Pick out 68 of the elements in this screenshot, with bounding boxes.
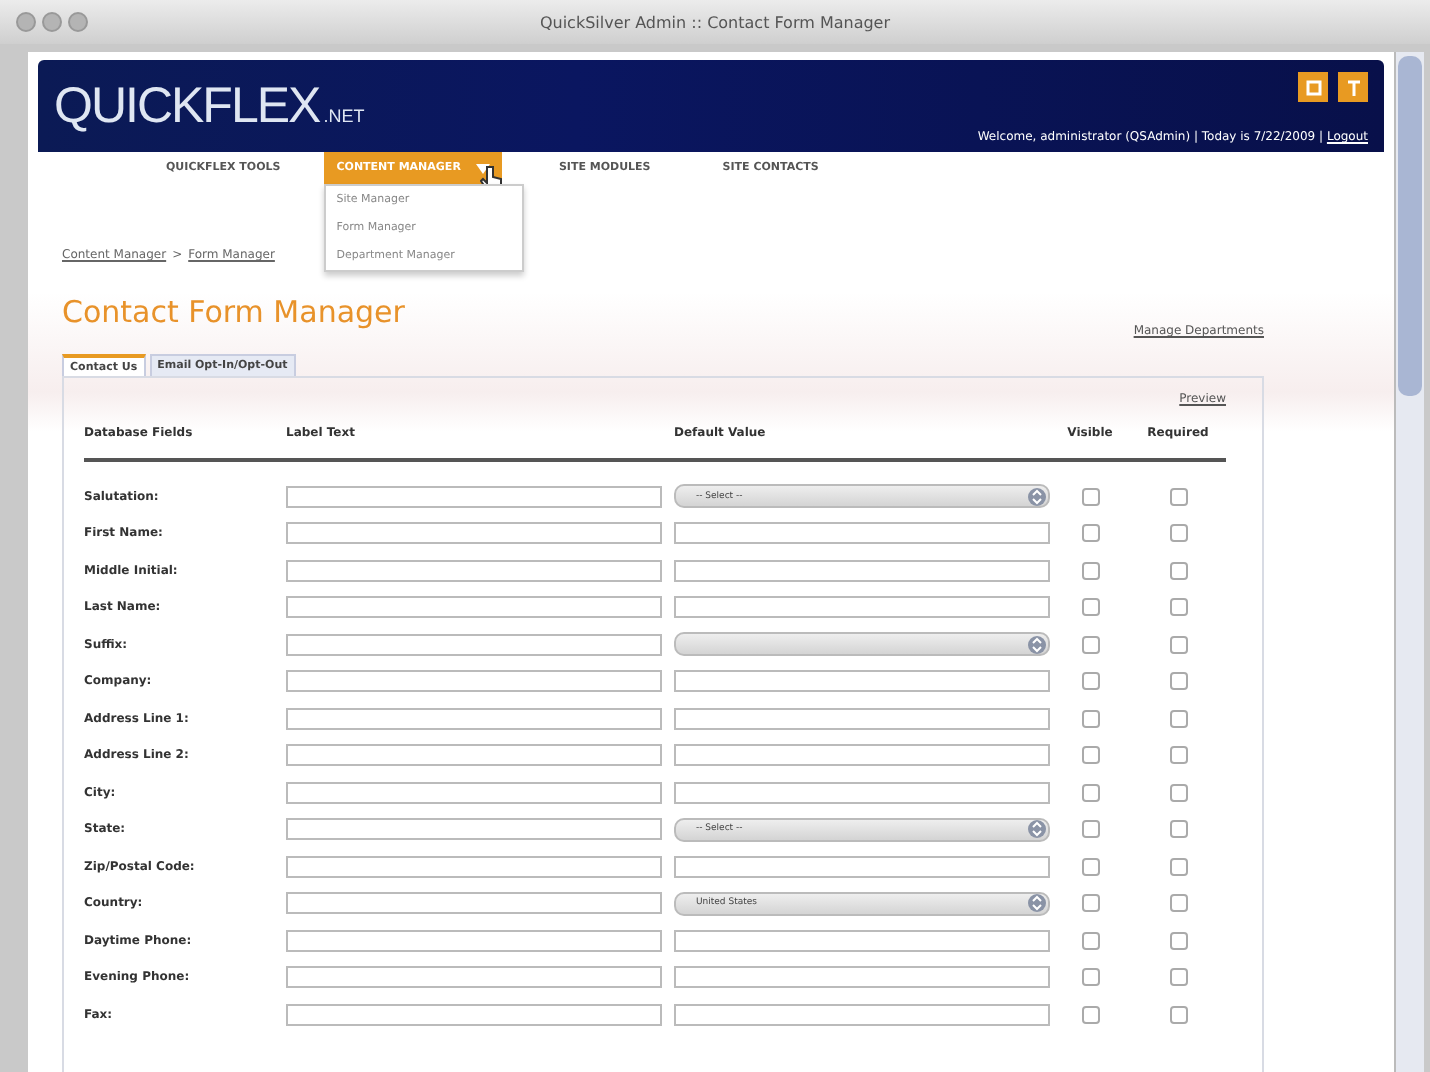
label-text-field[interactable] xyxy=(286,522,662,545)
visible-checkbox[interactable] xyxy=(1081,598,1099,617)
required-checkbox[interactable] xyxy=(1169,672,1187,691)
default-value-field[interactable] xyxy=(674,781,1050,804)
required-checkbox[interactable] xyxy=(1169,561,1187,580)
required-checkbox[interactable] xyxy=(1169,783,1187,802)
label-text-field[interactable] xyxy=(286,485,662,508)
default-value-field[interactable] xyxy=(674,1003,1050,1026)
label-text-field[interactable] xyxy=(286,892,662,915)
visible-checkbox[interactable] xyxy=(1081,635,1099,654)
required-checkbox[interactable] xyxy=(1169,894,1187,913)
window-close-button[interactable] xyxy=(16,12,36,32)
logo: QUICKFLEX.NET xyxy=(54,76,365,138)
default-value-field[interactable] xyxy=(674,929,1050,952)
window-title: QuickSilver Admin :: Contact Form Manager xyxy=(537,13,893,31)
default-value-field[interactable] xyxy=(674,855,1050,878)
dropdown-arrows-icon xyxy=(1028,487,1046,506)
dropdown-arrows-icon xyxy=(1028,894,1046,913)
dropdown-arrows-icon xyxy=(1028,820,1046,839)
required-checkbox[interactable] xyxy=(1169,709,1187,728)
label-text-field[interactable] xyxy=(286,559,662,582)
window-minimize-button[interactable] xyxy=(42,12,62,32)
label-text-field[interactable] xyxy=(286,1003,662,1026)
visible-checkbox[interactable] xyxy=(1081,857,1099,876)
visible-checkbox[interactable] xyxy=(1081,487,1099,506)
required-checkbox[interactable] xyxy=(1169,746,1187,765)
visible-checkbox[interactable] xyxy=(1081,931,1099,950)
label-text-field[interactable] xyxy=(286,670,662,693)
default-value-field[interactable] xyxy=(674,670,1050,693)
required-checkbox[interactable] xyxy=(1169,857,1187,876)
label-text-field[interactable] xyxy=(286,781,662,804)
required-checkbox[interactable] xyxy=(1169,487,1187,506)
label-text-field[interactable] xyxy=(286,633,662,656)
label-text-field[interactable] xyxy=(286,855,662,878)
default-value-field[interactable] xyxy=(674,522,1050,545)
label-text-field[interactable] xyxy=(286,818,662,841)
label-text-field[interactable] xyxy=(286,596,662,619)
required-checkbox[interactable] xyxy=(1169,635,1187,654)
visible-checkbox[interactable] xyxy=(1081,524,1099,543)
default-value-field[interactable] xyxy=(674,966,1050,989)
required-checkbox[interactable] xyxy=(1169,931,1187,950)
required-checkbox[interactable] xyxy=(1169,1005,1187,1024)
visible-checkbox[interactable] xyxy=(1081,561,1099,580)
default-value-field[interactable] xyxy=(674,744,1050,767)
visible-checkbox[interactable] xyxy=(1081,820,1099,839)
default-value-field[interactable] xyxy=(674,596,1050,619)
label-text-field[interactable] xyxy=(286,966,662,989)
required-checkbox[interactable] xyxy=(1169,598,1187,617)
required-checkbox[interactable] xyxy=(1169,968,1187,987)
visible-checkbox[interactable] xyxy=(1081,1005,1099,1024)
label-text-field[interactable] xyxy=(286,744,662,767)
required-checkbox[interactable] xyxy=(1169,524,1187,543)
scrollbar[interactable] xyxy=(1394,52,1424,1072)
visible-checkbox[interactable] xyxy=(1081,894,1099,913)
window-zoom-button[interactable] xyxy=(68,12,88,32)
label-text-field[interactable] xyxy=(286,929,662,952)
default-value-dropdown[interactable] xyxy=(674,632,1050,657)
default-value-field[interactable] xyxy=(674,707,1050,730)
label-text-field[interactable] xyxy=(286,707,662,730)
visible-checkbox[interactable] xyxy=(1081,746,1099,765)
required-checkbox[interactable] xyxy=(1169,820,1187,839)
visible-checkbox[interactable] xyxy=(1081,783,1099,802)
dropdown-arrows-icon xyxy=(1028,635,1046,654)
page-title: Contact Form Manager xyxy=(62,294,405,330)
visible-checkbox[interactable] xyxy=(1081,672,1099,691)
visible-checkbox[interactable] xyxy=(1081,968,1099,987)
default-value-field[interactable] xyxy=(674,559,1050,582)
visible-checkbox[interactable] xyxy=(1081,709,1099,728)
